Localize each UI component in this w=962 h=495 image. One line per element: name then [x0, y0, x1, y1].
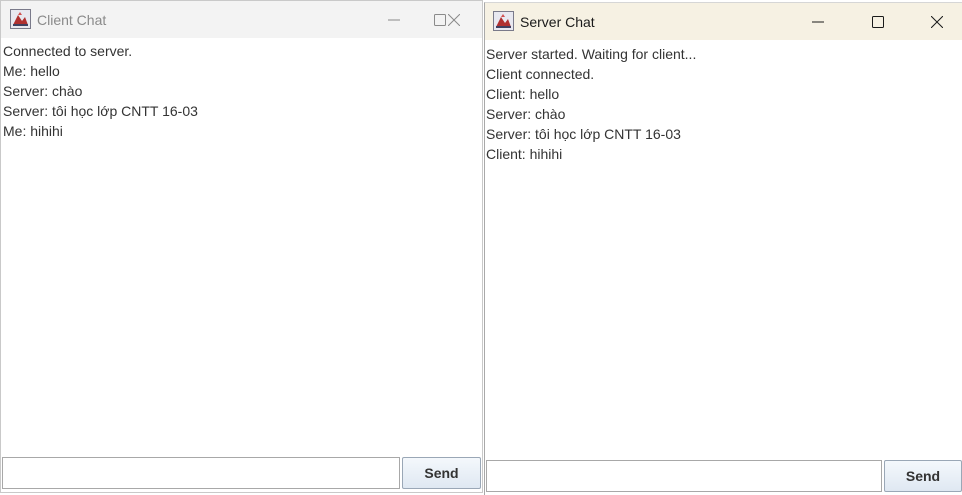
java-app-icon [10, 9, 31, 29]
minimize-button[interactable] [795, 3, 841, 40]
chat-log[interactable]: Connected to server. Me: hello Server: c… [1, 38, 482, 455]
maximize-button[interactable] [855, 3, 901, 40]
message-bar: Send [485, 458, 962, 495]
send-button[interactable]: Send [884, 460, 962, 492]
message-input[interactable] [486, 460, 882, 492]
close-button[interactable] [914, 3, 960, 40]
chat-line: Me: hello [3, 63, 60, 79]
chat-line: Server started. Waiting for client... [486, 46, 697, 62]
client-title-bar[interactable]: Client Chat [1, 1, 482, 38]
chat-line: Me: hihihi [3, 123, 63, 139]
close-button[interactable] [431, 1, 477, 38]
close-icon [448, 13, 460, 26]
server-title-bar[interactable]: Server Chat [485, 3, 962, 40]
java-app-icon [493, 11, 514, 31]
close-icon [931, 15, 943, 28]
window-title: Client Chat [37, 12, 107, 28]
chat-line: Server: chào [486, 106, 566, 122]
chat-line: Server: tôi học lớp CNTT 16-03 [3, 103, 198, 119]
minimize-icon [812, 21, 824, 22]
chat-line: Server: chào [3, 83, 83, 99]
window-title: Server Chat [520, 14, 595, 30]
desktop: Client Chat Connected to server. Me: hel… [0, 0, 962, 495]
client-chat-window: Client Chat Connected to server. Me: hel… [0, 0, 483, 493]
chat-line: Connected to server. [3, 43, 133, 59]
message-bar: Send [1, 455, 482, 492]
send-button[interactable]: Send [402, 457, 481, 489]
chat-log[interactable]: Server started. Waiting for client... Cl… [485, 40, 962, 458]
chat-line: Server: tôi học lớp CNTT 16-03 [486, 126, 681, 142]
server-chat-window: Server Chat Server started. Waiting for … [484, 2, 962, 495]
chat-line: Client connected. [486, 66, 595, 82]
maximize-icon [872, 15, 884, 28]
message-input[interactable] [2, 457, 400, 489]
chat-line: Client: hihihi [486, 146, 563, 162]
chat-line: Client: hello [486, 86, 560, 102]
